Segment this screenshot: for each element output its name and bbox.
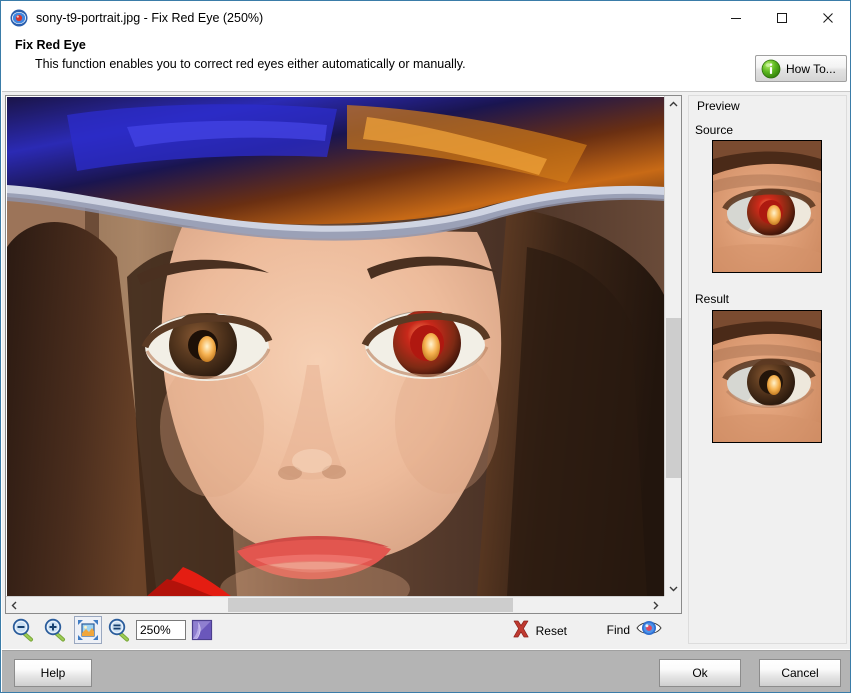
actual-size-icon[interactable]: [106, 616, 134, 644]
horizontal-scroll-thumb[interactable]: [228, 598, 513, 612]
window-title: sony-t9-portrait.jpg - Fix Red Eye (250%…: [36, 10, 264, 25]
vertical-scrollbar[interactable]: [664, 96, 681, 597]
find-control[interactable]: Find: [607, 619, 662, 640]
source-thumbnail[interactable]: [712, 140, 822, 273]
help-button[interactable]: Help: [14, 659, 92, 687]
reset-label: Reset: [535, 623, 567, 638]
horizontal-scrollbar[interactable]: [6, 596, 664, 613]
info-icon: [761, 59, 781, 79]
result-label: Result: [695, 292, 730, 306]
content-area: Reset Find Preview Source: [2, 92, 850, 649]
page-description: This function enables you to correct red…: [35, 57, 466, 71]
red-eye-icon: [10, 9, 28, 27]
how-to-label: How To...: [786, 61, 836, 76]
close-button[interactable]: [805, 2, 850, 33]
result-eye-image: [713, 311, 821, 442]
function-header: Fix Red Eye This function enables you to…: [2, 33, 850, 92]
source-eye-image: [713, 141, 821, 272]
portrait-photo: [7, 97, 665, 596]
window-controls: [713, 2, 850, 33]
find-label: Find: [606, 622, 630, 637]
minimize-button[interactable]: [713, 2, 759, 33]
preview-panel: Preview Source Result: [688, 95, 847, 644]
chevron-left-icon[interactable]: [6, 597, 23, 613]
eye-icon: [636, 619, 662, 640]
maximize-button[interactable]: [759, 2, 805, 33]
image-canvas[interactable]: [7, 97, 665, 596]
fit-to-window-icon[interactable]: [74, 616, 102, 644]
how-to-button[interactable]: How To...: [755, 55, 847, 82]
chevron-down-icon[interactable]: [665, 580, 681, 597]
preview-group-title: Preview: [694, 99, 743, 113]
result-thumbnail[interactable]: [712, 310, 822, 443]
reset-control[interactable]: Reset: [511, 619, 567, 642]
zoom-in-icon[interactable]: [42, 616, 70, 644]
page-title: Fix Red Eye: [15, 38, 86, 52]
chevron-right-icon[interactable]: [647, 597, 664, 613]
image-viewer[interactable]: [5, 95, 682, 614]
red-x-icon: [511, 619, 531, 642]
zoom-level-input[interactable]: [136, 620, 186, 640]
source-label: Source: [695, 123, 734, 137]
zoom-out-icon[interactable]: [10, 616, 38, 644]
viewer-toolbar: Reset Find: [5, 616, 682, 646]
chevron-up-icon[interactable]: [665, 96, 681, 113]
scrollbar-corner: [664, 596, 681, 613]
cancel-button[interactable]: Cancel: [759, 659, 841, 687]
fix-red-eye-dialog: sony-t9-portrait.jpg - Fix Red Eye (250%…: [0, 0, 851, 693]
title-bar[interactable]: sony-t9-portrait.jpg - Fix Red Eye (250%…: [2, 2, 850, 33]
vertical-scroll-thumb[interactable]: [666, 318, 681, 478]
ok-button[interactable]: Ok: [659, 659, 741, 687]
toggle-preview-icon[interactable]: [188, 616, 216, 644]
dialog-footer: Help Ok Cancel: [2, 650, 850, 692]
